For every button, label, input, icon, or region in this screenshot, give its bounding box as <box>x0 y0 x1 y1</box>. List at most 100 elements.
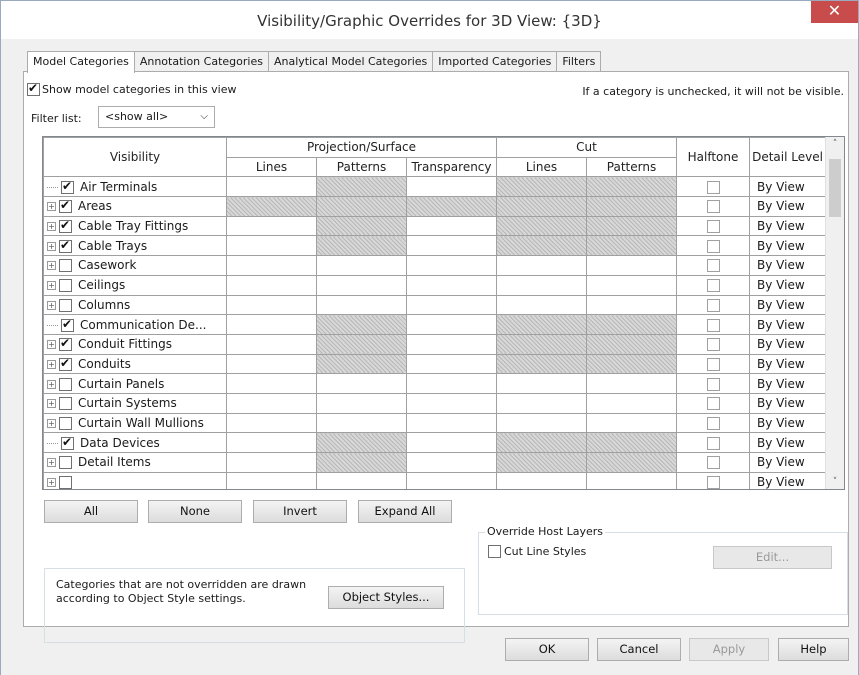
none-button[interactable]: None <box>148 500 242 523</box>
cut-lines-cell[interactable] <box>496 412 587 434</box>
projection-lines-cell[interactable] <box>226 196 317 217</box>
expand-icon[interactable]: + <box>47 261 56 271</box>
projection-patterns-cell[interactable] <box>316 255 407 276</box>
show-model-checkbox[interactable] <box>27 81 40 96</box>
detail-level-cell[interactable]: By View <box>749 215 827 237</box>
detail-level-cell[interactable]: By View <box>749 392 827 414</box>
cut-patterns-cell[interactable] <box>585 294 678 316</box>
expand-icon[interactable]: + <box>47 458 56 468</box>
category-visibility-checkbox[interactable] <box>59 377 72 391</box>
cut-lines-cell[interactable] <box>496 452 587 473</box>
expand-icon[interactable]: + <box>47 478 56 488</box>
projection-lines-cell[interactable] <box>226 215 317 237</box>
show-model-categories[interactable]: Show model categories in this view <box>27 81 237 96</box>
detail-level-cell[interactable]: By View <box>749 412 827 434</box>
expand-icon[interactable]: + <box>47 300 56 310</box>
cut-patterns-cell[interactable] <box>585 452 678 473</box>
projection-transparency-cell[interactable] <box>406 255 497 276</box>
ok-button[interactable]: OK <box>505 638 589 661</box>
projection-lines-cell[interactable] <box>226 255 317 276</box>
close-button[interactable]: ✕ <box>811 1 858 23</box>
projection-transparency-cell[interactable] <box>406 215 497 237</box>
cut-lines-cell[interactable] <box>496 314 587 335</box>
expand-icon[interactable]: + <box>47 379 56 389</box>
projection-lines-cell[interactable] <box>226 314 317 335</box>
projection-transparency-cell[interactable] <box>406 274 497 296</box>
cut-lines-cell[interactable] <box>496 176 587 198</box>
projection-lines-cell[interactable] <box>226 274 317 296</box>
detail-level-cell[interactable]: By View <box>749 196 827 217</box>
projection-patterns-cell[interactable] <box>316 471 407 489</box>
expand-all-button[interactable]: Expand All <box>358 500 452 523</box>
cut-line-styles[interactable]: Cut Line Styles <box>488 545 586 558</box>
category-visibility-checkbox[interactable] <box>59 198 72 214</box>
projection-lines-cell[interactable] <box>226 294 317 316</box>
cut-patterns-cell[interactable] <box>585 314 678 335</box>
cut-lines-cell[interactable] <box>496 353 587 375</box>
halftone-checkbox[interactable] <box>706 377 720 391</box>
cut-lines-cell[interactable] <box>496 471 587 489</box>
projection-transparency-cell[interactable] <box>406 333 497 355</box>
object-styles-button[interactable]: Object Styles... <box>328 586 444 609</box>
projection-patterns-cell[interactable] <box>316 432 407 453</box>
cut-patterns-cell[interactable] <box>585 471 678 489</box>
projection-lines-cell[interactable] <box>226 176 317 198</box>
cut-patterns-cell[interactable] <box>585 392 678 414</box>
category-visibility-checkbox[interactable] <box>59 279 72 293</box>
projection-transparency-cell[interactable] <box>406 412 497 434</box>
projection-lines-cell[interactable] <box>226 353 317 375</box>
projection-patterns-cell[interactable] <box>316 274 407 296</box>
halftone-checkbox[interactable] <box>706 239 720 253</box>
projection-patterns-cell[interactable] <box>316 333 407 355</box>
category-visibility-checkbox[interactable] <box>59 416 72 430</box>
projection-patterns-cell[interactable] <box>316 314 407 335</box>
cut-lines-cell[interactable] <box>496 215 587 237</box>
filter-list-dropdown[interactable]: <show all> ⌵ <box>98 106 215 128</box>
detail-level-cell[interactable]: By View <box>749 353 827 375</box>
projection-transparency-cell[interactable] <box>406 314 497 335</box>
detail-level-cell[interactable]: By View <box>749 176 827 198</box>
cut-patterns-cell[interactable] <box>585 432 678 453</box>
detail-level-cell[interactable]: By View <box>749 314 827 335</box>
cut-patterns-cell[interactable] <box>585 176 678 198</box>
header-visibility[interactable]: Visibility <box>43 137 227 178</box>
category-visibility-checkbox[interactable] <box>59 456 72 470</box>
projection-transparency-cell[interactable] <box>406 471 497 489</box>
halftone-checkbox[interactable] <box>706 456 720 470</box>
projection-patterns-cell[interactable] <box>316 373 407 394</box>
category-visibility-checkbox[interactable] <box>59 298 72 312</box>
cut-lines-cell[interactable] <box>496 373 587 394</box>
cut-patterns-cell[interactable] <box>585 215 678 237</box>
halftone-checkbox[interactable] <box>706 338 720 352</box>
projection-patterns-cell[interactable] <box>316 452 407 473</box>
halftone-checkbox[interactable] <box>706 200 720 214</box>
projection-lines-cell[interactable] <box>226 432 317 453</box>
category-visibility-checkbox[interactable] <box>59 476 72 489</box>
category-visibility-checkbox[interactable] <box>59 238 72 253</box>
projection-patterns-cell[interactable] <box>316 412 407 434</box>
detail-level-cell[interactable]: By View <box>749 373 827 394</box>
tab-imported-categories[interactable]: Imported Categories <box>432 51 558 72</box>
halftone-checkbox[interactable] <box>706 279 720 293</box>
category-visibility-checkbox[interactable] <box>59 336 72 352</box>
cut-patterns-cell[interactable] <box>585 255 678 276</box>
expand-icon[interactable]: + <box>47 202 56 212</box>
help-button[interactable]: Help <box>778 638 849 661</box>
scroll-down-icon[interactable]: ˅ <box>826 477 844 487</box>
category-visibility-checkbox[interactable] <box>61 435 74 450</box>
cut-patterns-cell[interactable] <box>585 353 678 375</box>
tab-filters[interactable]: Filters <box>556 51 602 72</box>
detail-level-cell[interactable]: By View <box>749 452 827 473</box>
all-button[interactable]: All <box>44 500 138 523</box>
category-visibility-checkbox[interactable] <box>59 356 72 371</box>
cut-lines-cell[interactable] <box>496 294 587 316</box>
expand-icon[interactable]: + <box>47 340 56 350</box>
projection-patterns-cell[interactable] <box>316 196 407 217</box>
projection-transparency-cell[interactable] <box>406 353 497 375</box>
cut-lines-cell[interactable] <box>496 432 587 453</box>
projection-lines-cell[interactable] <box>226 412 317 434</box>
cut-line-styles-checkbox[interactable] <box>488 545 501 558</box>
halftone-checkbox[interactable] <box>706 298 720 312</box>
halftone-checkbox[interactable] <box>706 357 720 371</box>
category-visibility-checkbox[interactable] <box>61 179 74 194</box>
